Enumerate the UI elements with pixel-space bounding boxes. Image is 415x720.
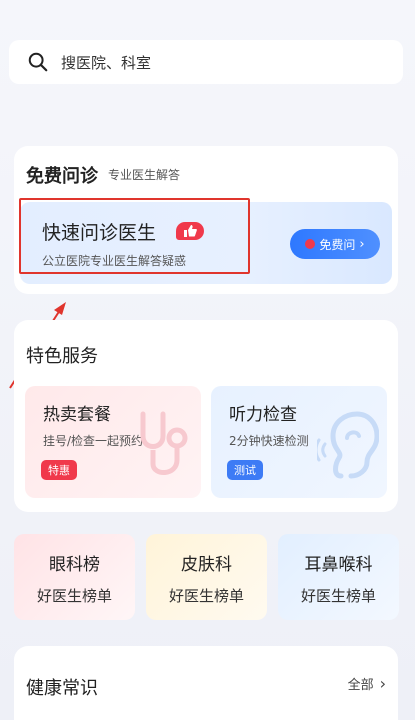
ranking-subtitle: 好医生榜单 [36, 587, 112, 605]
free-consult-subtitle: 专业医生解答 [108, 168, 181, 182]
special-services-title: 特色服务 [26, 346, 98, 367]
tile-subtitle: 2分钟快速检测 [229, 434, 309, 448]
view-all-label: 全部 [347, 678, 374, 693]
free-ask-button[interactable]: 免费问 › [290, 229, 380, 259]
ranking-subtitle: 好医生榜单 [300, 587, 376, 605]
stethoscope-icon [140, 411, 188, 475]
search-icon [28, 52, 48, 72]
ear-icon [317, 411, 379, 479]
ranking-title: 眼科榜 [49, 555, 100, 575]
search-bar[interactable]: 搜医院、科室 [9, 40, 403, 84]
red-dot-icon [305, 239, 316, 249]
tile-title: 热卖套餐 [43, 405, 111, 425]
tile-title: 听力检查 [229, 405, 297, 425]
chevron-right-icon: › [359, 236, 365, 252]
ranking-subtitle: 好医生榜单 [168, 587, 244, 605]
ranking-title: 皮肤科 [181, 555, 232, 575]
search-placeholder: 搜医院、科室 [61, 53, 152, 72]
special-services-card: 特色服务 热卖套餐 挂号/检查一起预约 特惠 听力检查 2分钟快速检测 测试 [14, 320, 398, 512]
test-tag: 测试 [227, 460, 263, 480]
view-all-link[interactable]: 全部 › [348, 674, 386, 693]
highlight-box [19, 198, 250, 274]
ranking-title: 耳鼻喉科 [304, 555, 373, 575]
hearing-test-tile[interactable]: 听力检查 2分钟快速检测 测试 [211, 386, 387, 498]
hot-package-tile[interactable]: 热卖套餐 挂号/检查一起预约 特惠 [25, 386, 201, 498]
chevron-right-icon: › [379, 674, 386, 693]
ranking-ent[interactable]: 耳鼻喉科 好医生榜单 [278, 534, 399, 620]
health-knowledge-title: 健康常识 [26, 678, 98, 699]
free-consult-title: 免费问诊 [26, 166, 98, 187]
ranking-dermatology[interactable]: 皮肤科 好医生榜单 [146, 534, 267, 620]
discount-tag: 特惠 [41, 460, 77, 480]
free-ask-label: 免费问 [319, 237, 356, 252]
ranking-ophthalmology[interactable]: 眼科榜 好医生榜单 [14, 534, 135, 620]
tile-subtitle: 挂号/检查一起预约 [43, 434, 144, 448]
health-knowledge-card: 健康常识 全部 › [14, 646, 398, 720]
